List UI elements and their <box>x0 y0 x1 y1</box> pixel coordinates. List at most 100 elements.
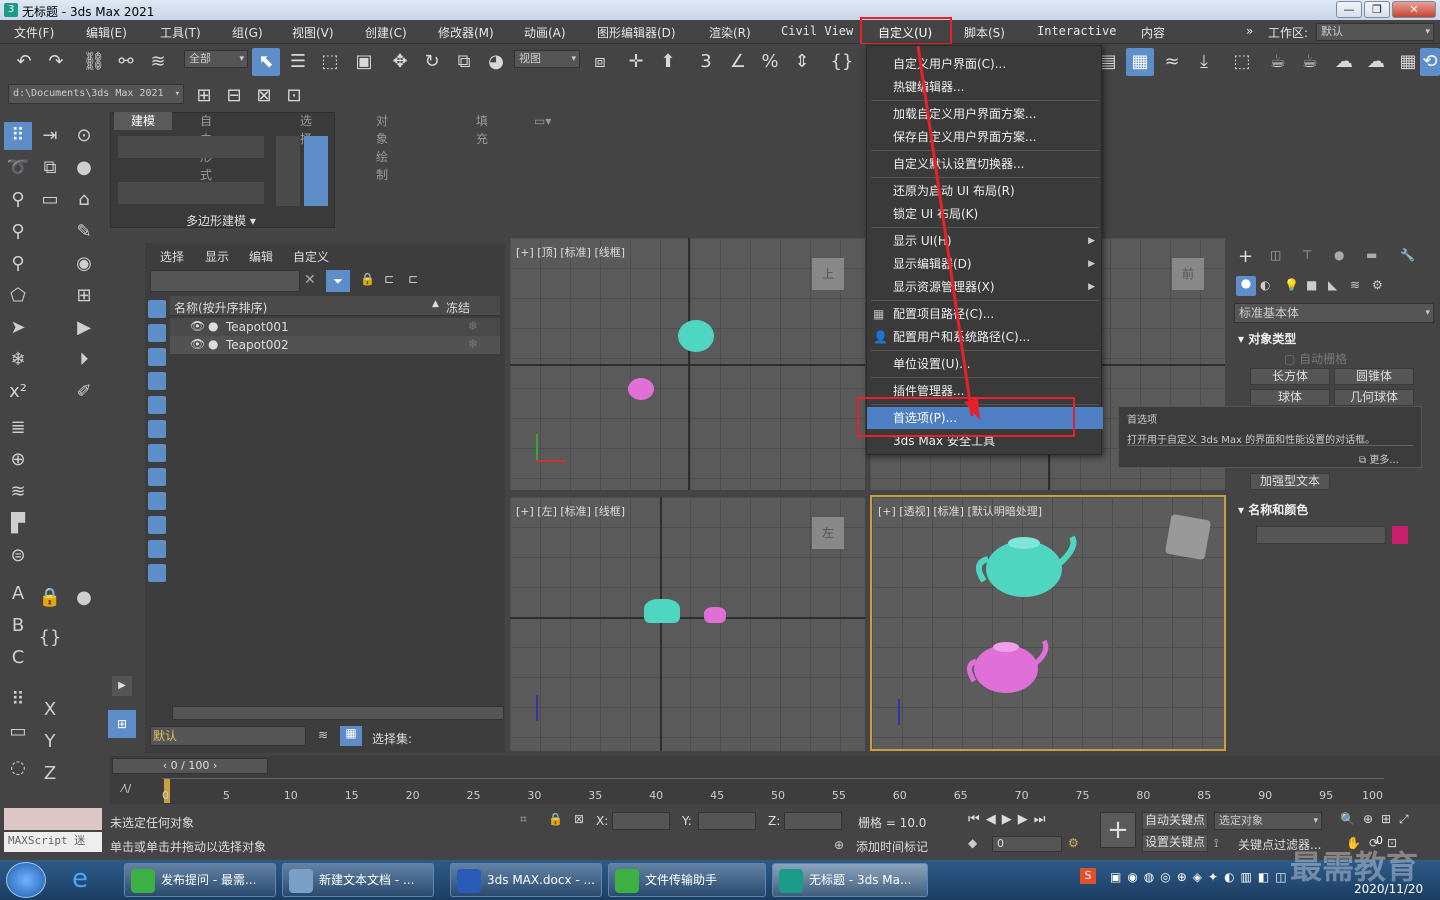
column-freeze[interactable]: 冻结 <box>446 299 470 316</box>
task-notepad[interactable]: 新建文本文档 - ... <box>282 863 434 897</box>
menu-tools[interactable]: 工具(T) <box>160 24 201 41</box>
systems-category-icon[interactable]: ⚙ <box>1372 278 1383 292</box>
geosphere-button[interactable]: 几何球体 <box>1334 389 1414 406</box>
paint-icon[interactable]: ◉ <box>70 250 98 278</box>
lock-selection-icon[interactable]: 🔒 <box>360 272 375 286</box>
isolate-icon[interactable]: ⬠ <box>4 282 32 310</box>
render-iterative-icon[interactable]: ☕ <box>1296 48 1324 76</box>
menu-group[interactable]: 组(G) <box>232 24 263 41</box>
task-wechat[interactable]: 文件传输助手 <box>608 863 766 897</box>
render-dot-icon[interactable]: ● <box>208 337 218 351</box>
explorer-menu-customize[interactable]: 自定义 <box>293 248 329 265</box>
spinner-snap-icon[interactable]: ⇕ <box>788 48 816 76</box>
filter-icon[interactable]: ⏷ <box>326 270 350 292</box>
geometry-category-icon[interactable]: ● <box>1236 276 1256 296</box>
menu-file[interactable]: 文件(F) <box>14 24 54 41</box>
tray-s-icon[interactable]: S <box>1080 868 1096 884</box>
freeze-icon[interactable]: ❄ <box>468 319 478 333</box>
viewcube-left-icon[interactable]: 左 <box>812 517 844 549</box>
display-shapes-icon[interactable] <box>148 324 166 342</box>
tape-icon[interactable]: ✐ <box>70 378 98 406</box>
viewport-nav-row1[interactable]: 🔍⊕⊞⤢ <box>1340 812 1417 827</box>
stack-add-icon[interactable]: ⊕ <box>4 446 32 474</box>
time-config-icon[interactable]: ⚙ <box>1068 836 1079 850</box>
time-tag-icon[interactable]: ⊕ <box>834 838 844 852</box>
layer-icon[interactable]: ▭ <box>36 186 64 214</box>
tab-freeform[interactable]: 自由形式 <box>200 112 212 182</box>
percent-snap-icon[interactable]: % <box>756 48 784 76</box>
a360-icon[interactable]: ▦ <box>1394 48 1422 76</box>
lasso-icon[interactable]: ➰ <box>4 154 32 182</box>
layers-icon[interactable]: ≣ <box>4 414 32 442</box>
tab-populate[interactable]: 填充 <box>476 112 488 146</box>
text-b-icon[interactable]: B <box>4 612 32 640</box>
tab-object-paint[interactable]: 对象绘制 <box>376 112 388 182</box>
video-tool-icon[interactable]: ⏵ <box>70 346 98 374</box>
select-link-icon[interactable]: ⇥ <box>36 122 64 150</box>
overflow-icon[interactable]: » <box>1246 24 1253 38</box>
viewcube-3d-icon[interactable] <box>1164 513 1212 561</box>
curve-toggle-icon[interactable]: ⁄\/ <box>122 782 131 795</box>
sphere-button[interactable]: 球体 <box>1250 389 1330 406</box>
named-selection-icon[interactable]: {} <box>828 48 856 76</box>
pivot-center-icon[interactable]: ⧈ <box>586 48 614 76</box>
clear-search-icon[interactable]: ✕ <box>304 272 316 288</box>
viewcube-front-icon[interactable]: 前 <box>1172 258 1204 290</box>
viewport-perspective-label[interactable]: [+] [透视] [标准] [默认明暗处理] <box>878 503 1042 519</box>
maxscript-mini-listener[interactable]: MAXScript 迷 <box>4 832 102 852</box>
time-slider[interactable]: ‹ 0 / 100 › <box>112 758 268 774</box>
menu-edit[interactable]: 编辑(E) <box>86 24 127 41</box>
menu-scripting[interactable]: 脚本(S) <box>964 24 1005 41</box>
visibility-icon[interactable]: 👁 <box>190 319 205 333</box>
angle-snap-icon[interactable]: ∠ <box>724 48 752 76</box>
viewcube-icon[interactable]: 上 <box>812 258 844 290</box>
project-path-dropdown[interactable]: d:\Documents\3ds Max 2021 <box>8 84 184 104</box>
paint-select-icon[interactable]: ⚲ <box>4 186 32 214</box>
z-coordinate-field[interactable] <box>784 812 842 830</box>
primitive-type-dropdown[interactable]: 标准基本体 <box>1234 303 1434 323</box>
y-coordinate-field[interactable] <box>698 812 756 830</box>
menu-views[interactable]: 视图(V) <box>292 24 334 41</box>
explorer-hscrollbar[interactable] <box>172 706 504 720</box>
select-by-name-icon[interactable]: ☰ <box>284 48 312 76</box>
viewport-layout-button[interactable]: ⊞ <box>108 710 136 738</box>
display-containers-icon[interactable] <box>148 516 166 534</box>
rotate-icon[interactable]: ↻ <box>418 48 446 76</box>
ribbon-options-icon[interactable]: ▭▾ <box>534 112 551 130</box>
snaps-toggle-icon[interactable]: 3 <box>692 48 720 76</box>
region-icon[interactable]: ⚲ <box>4 218 32 246</box>
set-key-big-button[interactable]: + <box>1100 812 1136 848</box>
expand-panel-icon[interactable]: ▶ <box>112 676 132 696</box>
flag-icon[interactable]: ▛ <box>4 510 32 538</box>
axis-x-icon[interactable]: X <box>36 696 64 724</box>
select-object-icon[interactable]: ⬉ <box>252 48 280 76</box>
explorer-menu-edit[interactable]: 编辑 <box>249 248 273 265</box>
explorer-search-input[interactable] <box>150 270 300 292</box>
ribbon-panel-label[interactable]: 多边形建模 ▾ <box>186 212 256 229</box>
menu-animation[interactable]: 动画(A) <box>524 24 566 41</box>
menu-interactive[interactable]: Interactive <box>1037 24 1116 38</box>
helpers-category-icon[interactable]: ◣ <box>1328 278 1337 292</box>
window-crossing-icon[interactable]: ▣ <box>350 48 378 76</box>
sphere-icon[interactable]: ● <box>70 154 98 182</box>
hierarchy-tab-icon[interactable]: ⊤ <box>1302 248 1312 262</box>
undo-icon[interactable]: ↶ <box>10 48 38 76</box>
create-tab-icon[interactable]: + <box>1238 246 1253 267</box>
rendered-frame-icon[interactable]: ⬚ <box>1228 48 1256 76</box>
project-folder-icon[interactable]: ⊞ <box>190 82 218 110</box>
play-tool-icon[interactable]: ▶ <box>70 314 98 342</box>
key-mode-icon[interactable]: ◆ <box>968 836 977 850</box>
layer-explorer-icon[interactable]: ▦ <box>340 726 362 746</box>
brush-icon[interactable]: ✎ <box>70 218 98 246</box>
add-time-tag-label[interactable]: 添加时间标记 <box>856 838 928 855</box>
display-hidden-icon[interactable] <box>148 564 166 582</box>
array-icon[interactable]: ⊞ <box>70 282 98 310</box>
material-editor-icon[interactable]: ≈ <box>1158 48 1186 76</box>
axis-z-icon[interactable]: Z <box>36 760 64 788</box>
start-button[interactable] <box>6 862 46 898</box>
absolute-mode-icon[interactable]: ⊠ <box>574 812 584 826</box>
tooltip-more-link[interactable]: ⧉ 更多... <box>1359 451 1399 466</box>
unlink-icon[interactable]: ⚯ <box>112 48 140 76</box>
display-groups-icon[interactable] <box>148 444 166 462</box>
auto-key-button[interactable]: 自动关键点 <box>1142 812 1208 830</box>
